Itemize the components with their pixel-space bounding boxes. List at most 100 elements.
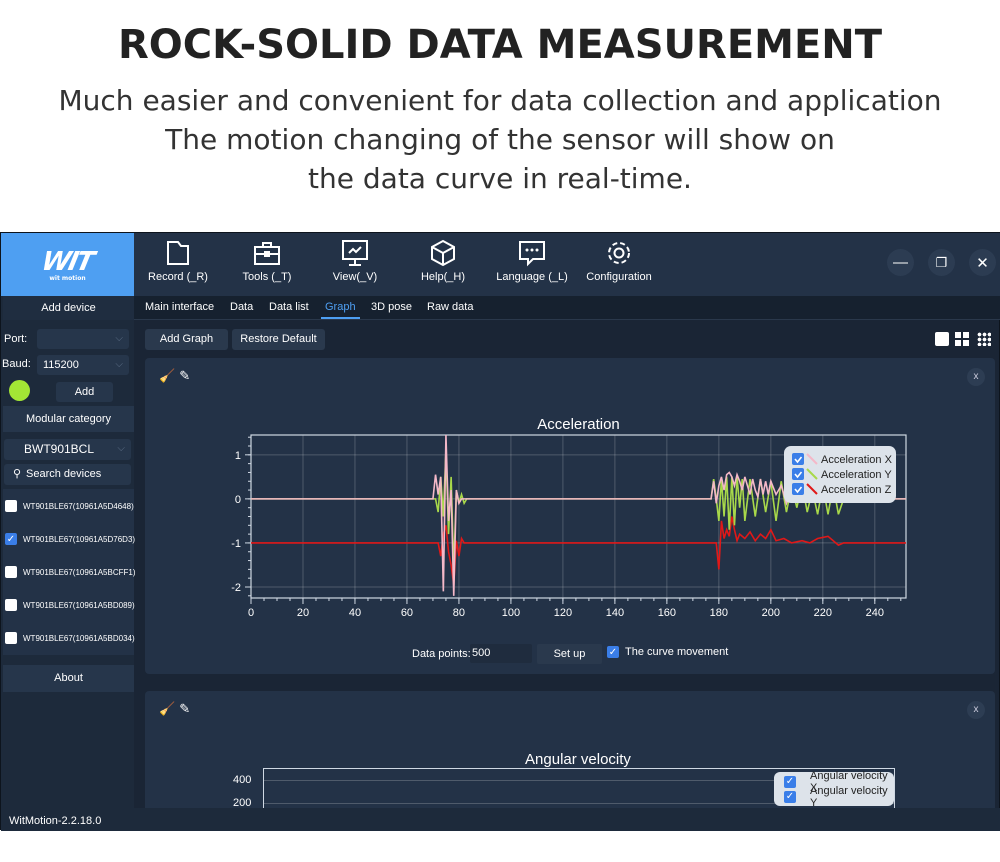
connection-status-indicator (9, 380, 30, 401)
baud-select[interactable]: 115200 ⌵ (37, 355, 129, 375)
search-devices-button[interactable]: ⚲ Search devices (4, 464, 131, 485)
category-value: BWT901BCL (24, 442, 95, 456)
curve-movement-toggle[interactable]: ✓ The curve movement (607, 646, 728, 658)
tab-3d-pose[interactable]: 3D pose (371, 301, 412, 313)
x-tick-label: 100 (502, 607, 520, 619)
close-button[interactable]: ✕ (969, 249, 996, 276)
modular-category-header: Modular category (3, 406, 134, 432)
device-name: WT901BLE67(10961A5D76D3) (23, 534, 136, 544)
angular-velocity-legend: ✓ Angular velocity X ✓ Angular velocity Y (774, 770, 894, 809)
device-checkbox-checked[interactable]: ✓ (5, 533, 17, 545)
add-button[interactable]: Add (56, 382, 113, 402)
panel-close-button[interactable]: x (967, 701, 985, 719)
device-item[interactable]: ✓ WT901BLE67(10961A5D76D3) (5, 533, 135, 545)
acceleration-chart: Acceleration 0 20 40 60 80 100 120 140 160 180 200 2… (231, 416, 907, 619)
witmotion-logo: WIT wit motion (1, 233, 134, 296)
x-tick-label: 20 (297, 607, 309, 619)
broom-clear-icon[interactable]: 🧹 (159, 368, 175, 384)
x-tick-label: 60 (401, 607, 413, 619)
chat-icon (519, 241, 545, 267)
tab-data[interactable]: Data (230, 301, 253, 313)
legend-checkbox[interactable]: ✓ (784, 775, 796, 788)
hero-subtitle-line-1: Much easier and convenient for data coll… (58, 84, 942, 117)
legend-checkbox (792, 468, 804, 480)
set-up-button[interactable]: Set up (537, 644, 602, 664)
toolbar-configuration-label: Configuration (586, 271, 652, 283)
toolbar-help[interactable]: Help(_H) (403, 239, 483, 283)
folder-icon (167, 241, 189, 265)
x-tick-label: 160 (658, 607, 676, 619)
search-devices-label: Search devices (26, 468, 102, 480)
toolbar-view[interactable]: View(_V) (315, 239, 395, 283)
app-window: WIT wit motion Record (_R) Tools (_T) Vi… (0, 232, 1000, 831)
device-item[interactable]: WT901BLE67(10961A5D4648) (5, 500, 134, 512)
x-tick-label: 0 (248, 607, 254, 619)
toolbar-language-label: Language (_L) (496, 271, 568, 283)
device-checkbox[interactable] (5, 599, 17, 611)
device-item[interactable]: WT901BLE67(10961A5BD034) (5, 632, 135, 644)
toolbar-configuration[interactable]: Configuration (579, 239, 659, 283)
device-item[interactable]: WT901BLE67(10961A5BD089) (5, 599, 135, 611)
y-tick-label: -2 (231, 582, 241, 594)
device-checkbox[interactable] (5, 500, 17, 512)
sidebar: Add device Port: ⌵ Baud: 115200 ⌵ Add Mod… (1, 296, 136, 808)
angular-velocity-graph-panel: 🧹 ✎ x Angular velocity ✓ Angular velocity … (145, 691, 995, 809)
edit-icon[interactable]: ✎ (179, 368, 190, 384)
toolbox-icon (254, 242, 280, 265)
tab-graph[interactable]: Graph (321, 301, 360, 319)
add-device-header[interactable]: Add device (3, 296, 134, 320)
monitor-chart-icon (342, 240, 368, 266)
x-tick-label: 240 (866, 607, 884, 619)
hero-subtitle-line-2: The motion changing of the sensor will s… (165, 123, 835, 156)
x-tick-label: 40 (349, 607, 361, 619)
series-line-acceleration-z (251, 516, 906, 585)
legend-label: Acceleration Z (821, 484, 892, 496)
panel-close-button[interactable]: x (967, 368, 985, 386)
x-tick-label: 140 (606, 607, 624, 619)
layout-grid-3x3-icon[interactable] (977, 332, 991, 346)
device-name: WT901BLE67(10961A5BCFF1) (23, 567, 136, 577)
toolbar-record-label: Record (_R) (148, 271, 208, 283)
logo-mark: WIT (39, 247, 96, 277)
angular-velocity-title: Angular velocity (525, 751, 631, 768)
device-checkbox[interactable] (5, 566, 17, 578)
device-checkbox[interactable] (5, 632, 17, 644)
y-tick-label: 400 (233, 774, 252, 786)
chevron-down-icon: ⌵ (115, 359, 123, 370)
device-item[interactable]: WT901BLE67(10961A5BCFF1) (5, 566, 136, 578)
curve-movement-checkbox[interactable]: ✓ (607, 646, 619, 658)
hero-title: ROCK-SOLID DATA MEASUREMENT (117, 22, 883, 68)
edit-icon[interactable]: ✎ (179, 701, 190, 717)
port-label: Port: (4, 333, 28, 345)
toolbar-help-label: Help(_H) (420, 271, 465, 283)
tab-raw-data[interactable]: Raw data (427, 301, 473, 313)
y-tick-label: 0 (235, 494, 241, 506)
legend-checkbox (792, 483, 804, 495)
version-label: WitMotion-2.2.18.0 (9, 815, 102, 827)
tab-data-list[interactable]: Data list (269, 301, 309, 313)
restore-default-button[interactable]: Restore Default (232, 329, 325, 350)
layout-grid-2x2-icon[interactable] (955, 332, 969, 346)
hero-subtitle-line-3: the data curve in real-time. (308, 162, 692, 195)
minimize-button[interactable]: — (887, 249, 914, 276)
data-points-input[interactable]: 500 (470, 644, 532, 663)
toolbar-tools[interactable]: Tools (_T) (227, 239, 307, 283)
device-name: WT901BLE67(10961A5BD034) (23, 633, 135, 643)
about-button[interactable]: About (3, 665, 134, 692)
baud-label: Baud: (2, 358, 31, 370)
port-select[interactable]: ⌵ (37, 329, 129, 349)
baud-value: 115200 (43, 359, 79, 371)
restore-button[interactable]: ❐ (928, 249, 955, 276)
broom-clear-icon[interactable]: 🧹 (159, 701, 175, 717)
toolbar-record[interactable]: Record (_R) (138, 239, 218, 283)
chevron-down-icon: ⌵ (115, 333, 123, 344)
layout-single-icon[interactable] (935, 332, 949, 346)
tab-bar: Main interface Data Data list Graph 3D p… (134, 296, 1000, 320)
legend-label: Angular velocity Y (810, 784, 888, 809)
category-select[interactable]: BWT901BCL ⌵ (4, 439, 131, 460)
x-tick-label: 200 (762, 607, 780, 619)
tab-main-interface[interactable]: Main interface (145, 301, 214, 313)
toolbar-language[interactable]: Language (_L) (492, 239, 572, 283)
legend-checkbox[interactable]: ✓ (784, 790, 796, 803)
add-graph-button[interactable]: Add Graph (145, 329, 228, 350)
